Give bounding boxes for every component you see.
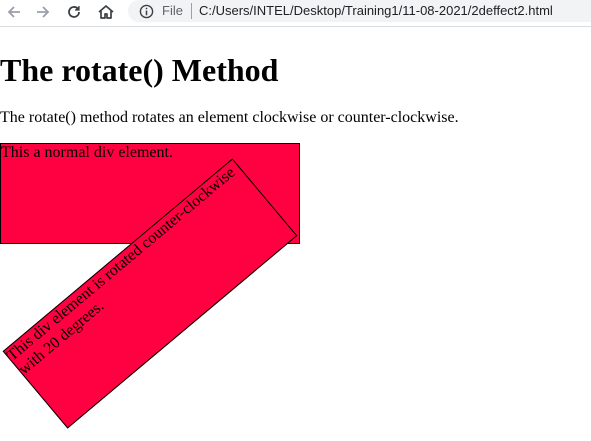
back-button[interactable] bbox=[2, 1, 26, 23]
scheme-label: File bbox=[162, 3, 183, 18]
info-icon[interactable] bbox=[138, 3, 154, 19]
reload-button[interactable] bbox=[62, 1, 86, 23]
home-icon bbox=[98, 5, 114, 19]
page-description: The rotate() method rotates an element c… bbox=[0, 109, 459, 126]
home-button[interactable] bbox=[94, 1, 118, 23]
reload-icon bbox=[68, 6, 80, 18]
back-arrow-icon bbox=[7, 6, 20, 18]
browser-toolbar: File C:/Users/INTEL/Desktop/Training1/11… bbox=[0, 0, 591, 26]
forward-button[interactable] bbox=[31, 1, 55, 23]
page-title: The rotate() Method bbox=[0, 52, 279, 88]
page-content: The rotate() Method The rotate() method … bbox=[0, 27, 591, 441]
url-text[interactable]: C:/Users/INTEL/Desktop/Training1/11-08-2… bbox=[199, 3, 553, 19]
forward-arrow-icon bbox=[37, 6, 50, 18]
omnibox-separator bbox=[191, 3, 192, 19]
address-bar[interactable]: File C:/Users/INTEL/Desktop/Training1/11… bbox=[128, 0, 591, 22]
